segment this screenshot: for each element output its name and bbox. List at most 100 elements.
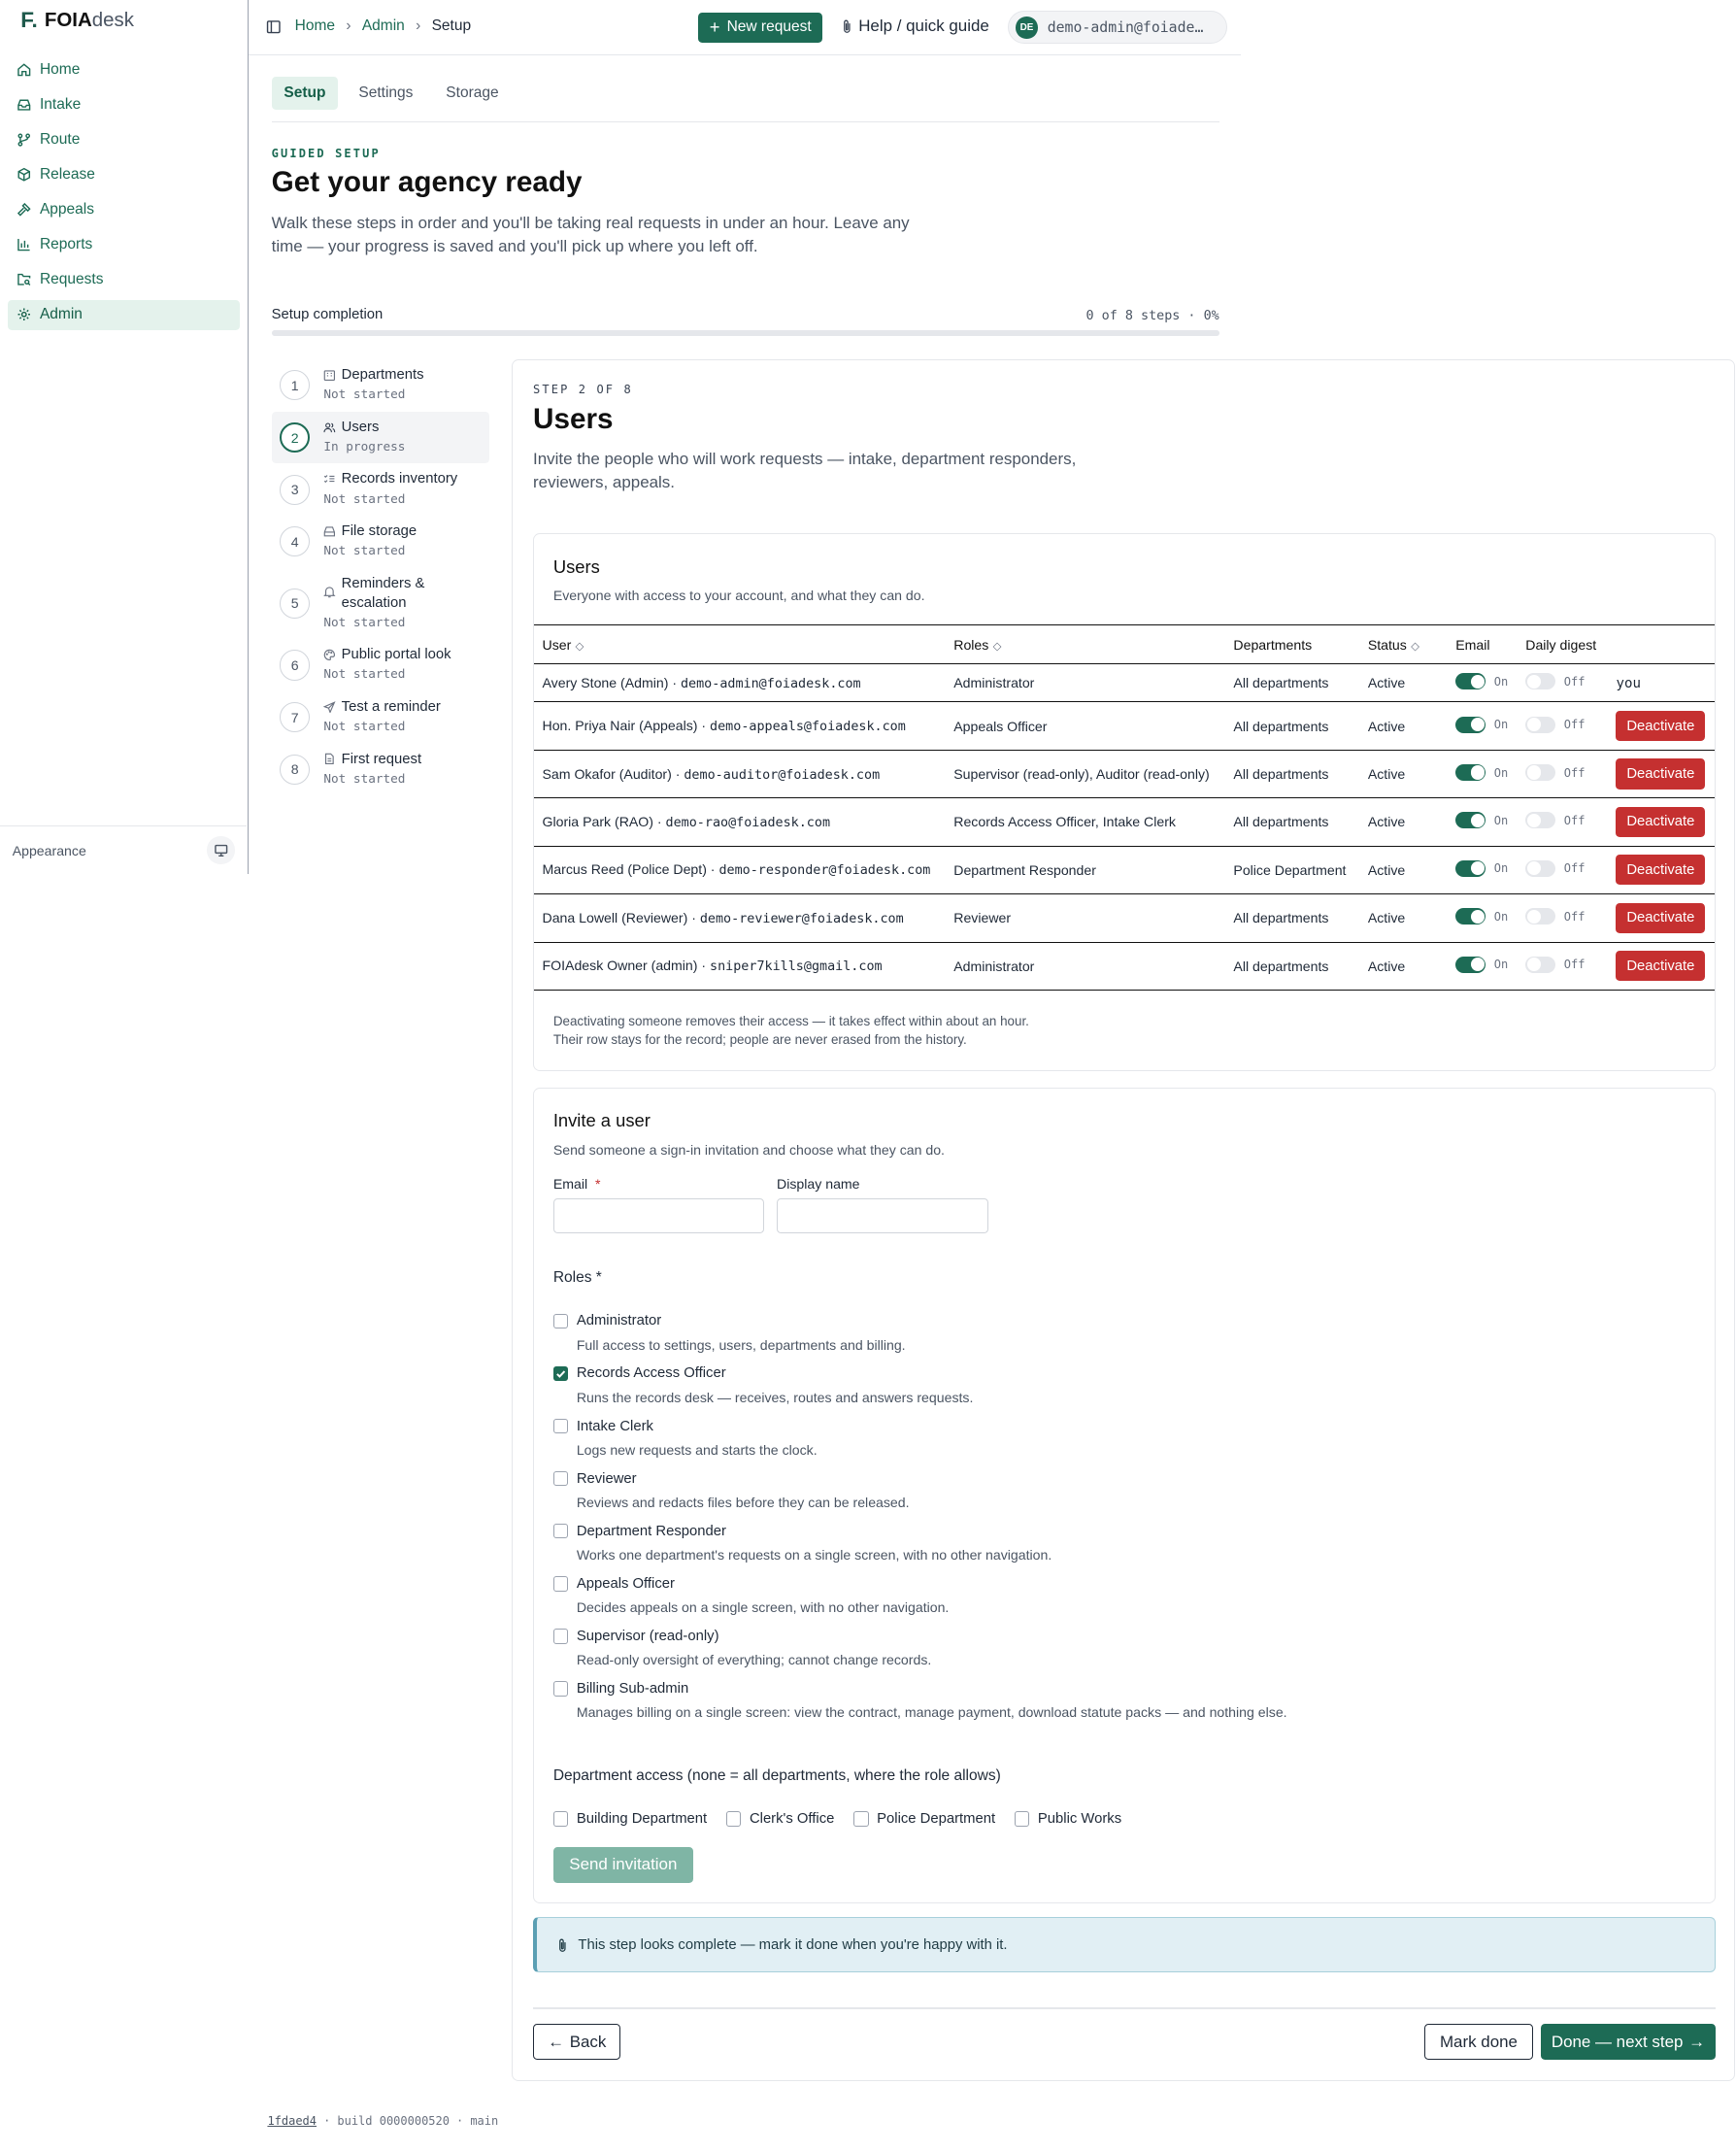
role-checkbox-row[interactable]: Reviewer bbox=[552, 1470, 1377, 1487]
checkbox[interactable] bbox=[552, 1365, 569, 1382]
checkbox[interactable] bbox=[552, 1313, 569, 1329]
col-roles[interactable]: Roles ◇ bbox=[945, 624, 1225, 664]
display-name-label: Display name bbox=[777, 1176, 860, 1193]
deactivate-button[interactable]: Deactivate bbox=[1616, 855, 1706, 886]
email-toggle[interactable]: On bbox=[1455, 716, 1508, 733]
toggle-switch[interactable] bbox=[1525, 956, 1556, 973]
checkbox[interactable] bbox=[853, 1811, 869, 1827]
digest-toggle[interactable]: Off bbox=[1525, 812, 1586, 829]
user-menu[interactable]: DE demo-admin@foiade… bbox=[1008, 11, 1228, 45]
checkbox[interactable] bbox=[1014, 1811, 1030, 1827]
tab-settings[interactable]: Settings bbox=[347, 77, 425, 110]
toggle-switch[interactable] bbox=[1525, 908, 1556, 925]
deactivate-button[interactable]: Deactivate bbox=[1616, 951, 1706, 982]
role-checkbox-row[interactable]: Administrator bbox=[552, 1313, 1377, 1329]
step-item-reminders[interactable]: 5 Reminders & escalation Not started bbox=[272, 568, 490, 639]
toggle-switch[interactable] bbox=[1455, 859, 1486, 877]
folder-search-icon bbox=[17, 274, 31, 286]
role-checkbox-row[interactable]: Supervisor (read-only) bbox=[552, 1629, 1377, 1644]
step-item-file-storage[interactable]: 4 File storage Not started bbox=[272, 516, 490, 568]
email-toggle[interactable]: On bbox=[1455, 812, 1508, 829]
step-item-departments[interactable]: 1 Departments Not started bbox=[272, 359, 490, 412]
toggle-switch[interactable] bbox=[1525, 859, 1556, 877]
deactivate-button[interactable]: Deactivate bbox=[1616, 758, 1706, 790]
toggle-switch[interactable] bbox=[1455, 908, 1486, 925]
sidebar-item-home[interactable]: Home bbox=[8, 55, 240, 85]
new-request-button[interactable]: + New request bbox=[697, 12, 823, 43]
step-item-first-request[interactable]: 8 First request Not started bbox=[272, 744, 490, 796]
toggle-switch[interactable] bbox=[1525, 673, 1556, 690]
role-checkbox-row[interactable]: Billing Sub-admin bbox=[552, 1681, 1377, 1697]
checkbox[interactable] bbox=[552, 1629, 569, 1644]
next-step-button[interactable]: Done — next step → bbox=[1541, 2024, 1716, 2061]
sidebar-item-release[interactable]: Release bbox=[8, 160, 240, 190]
digest-toggle[interactable]: Off bbox=[1525, 764, 1585, 781]
checkbox[interactable] bbox=[552, 1681, 569, 1697]
sidebar-item-admin[interactable]: Admin bbox=[8, 299, 241, 330]
tab-storage[interactable]: Storage bbox=[434, 77, 512, 110]
deactivate-button[interactable]: Deactivate bbox=[1616, 711, 1706, 742]
sidebar-toggle-icon[interactable] bbox=[266, 19, 282, 35]
digest-toggle[interactable]: Off bbox=[1525, 956, 1585, 973]
toggle-switch[interactable] bbox=[1455, 673, 1486, 690]
checkbox[interactable] bbox=[552, 1576, 569, 1592]
deactivate-button[interactable]: Deactivate bbox=[1616, 902, 1706, 933]
step-item-test-reminder[interactable]: 7 Test a reminder Not started bbox=[272, 691, 490, 744]
col-user[interactable]: User ◇ bbox=[534, 624, 946, 664]
digest-toggle[interactable]: Off bbox=[1525, 908, 1585, 925]
dept-option[interactable]: Building Department bbox=[552, 1811, 707, 1827]
email-toggle[interactable]: On bbox=[1455, 956, 1509, 973]
sidebar-item-route[interactable]: Route bbox=[8, 125, 240, 155]
dept-option[interactable]: Police Department bbox=[853, 1811, 995, 1827]
digest-toggle[interactable]: Off bbox=[1525, 673, 1585, 690]
toggle-switch[interactable] bbox=[1455, 716, 1486, 733]
dept-option[interactable]: Public Works bbox=[1014, 1811, 1121, 1827]
checkbox[interactable] bbox=[552, 1523, 569, 1539]
col-status[interactable]: Status ◇ bbox=[1359, 624, 1448, 664]
checkbox[interactable] bbox=[725, 1811, 742, 1827]
sidebar-item-appeals[interactable]: Appeals bbox=[8, 195, 240, 225]
deactivate-button[interactable]: Deactivate bbox=[1616, 806, 1706, 837]
dept-option[interactable]: Clerk's Office bbox=[725, 1811, 834, 1827]
role-description: Decides appeals on a single screen, with… bbox=[576, 1599, 950, 1616]
toggle-switch[interactable] bbox=[1455, 812, 1486, 829]
commit-link[interactable]: 1fdaed4 bbox=[267, 2114, 317, 2128]
display-name-input[interactable] bbox=[777, 1197, 988, 1234]
email-input[interactable] bbox=[552, 1197, 765, 1234]
toggle-switch[interactable] bbox=[1525, 812, 1556, 829]
toggle-switch[interactable] bbox=[1455, 764, 1486, 781]
tab-setup[interactable]: Setup bbox=[271, 77, 339, 110]
toggle-label: On bbox=[1493, 958, 1509, 972]
appearance-toggle[interactable] bbox=[207, 836, 235, 864]
email-toggle[interactable]: On bbox=[1455, 764, 1508, 781]
step-item-records-inventory[interactable]: 3 Records inventory Not started bbox=[272, 463, 490, 516]
email-toggle[interactable]: On bbox=[1455, 859, 1508, 877]
checkbox[interactable] bbox=[552, 1811, 569, 1827]
step-item-public-portal[interactable]: 6 Public portal look Not started bbox=[272, 639, 490, 691]
step-item-users[interactable]: 2 Users In progress bbox=[271, 411, 490, 464]
email-toggle[interactable]: On bbox=[1455, 673, 1508, 690]
mark-done-button[interactable]: Mark done bbox=[1424, 2024, 1533, 2061]
checkbox[interactable] bbox=[552, 1418, 569, 1434]
toggle-switch[interactable] bbox=[1525, 716, 1556, 733]
app-logo[interactable]: F. FOIAdesk bbox=[20, 8, 134, 33]
role-checkbox-row[interactable]: Department Responder bbox=[552, 1523, 1377, 1539]
breadcrumb-home[interactable]: Home bbox=[295, 17, 335, 35]
sidebar-item-reports[interactable]: Reports bbox=[8, 230, 240, 260]
digest-toggle[interactable]: Off bbox=[1525, 859, 1585, 877]
sidebar-item-requests[interactable]: Requests bbox=[8, 265, 240, 295]
role-checkbox-row[interactable]: Appeals Officer bbox=[552, 1576, 1377, 1592]
toggle-switch[interactable] bbox=[1525, 764, 1556, 781]
toggle-label: Off bbox=[1563, 813, 1586, 827]
email-toggle[interactable]: On bbox=[1455, 908, 1508, 925]
digest-toggle[interactable]: Off bbox=[1525, 716, 1585, 733]
role-checkbox-row[interactable]: Intake Clerk bbox=[552, 1418, 1377, 1434]
help-link[interactable]: Help / quick guide bbox=[841, 17, 989, 36]
sidebar-item-intake[interactable]: Intake bbox=[8, 90, 240, 120]
role-checkbox-row[interactable]: Records Access Officer bbox=[552, 1365, 1377, 1382]
toggle-switch[interactable] bbox=[1455, 956, 1486, 973]
send-invitation-button[interactable]: Send invitation bbox=[552, 1846, 693, 1883]
breadcrumb-admin[interactable]: Admin bbox=[362, 17, 405, 35]
checkbox[interactable] bbox=[552, 1470, 569, 1487]
back-button[interactable]: ← Back bbox=[533, 2024, 621, 2061]
